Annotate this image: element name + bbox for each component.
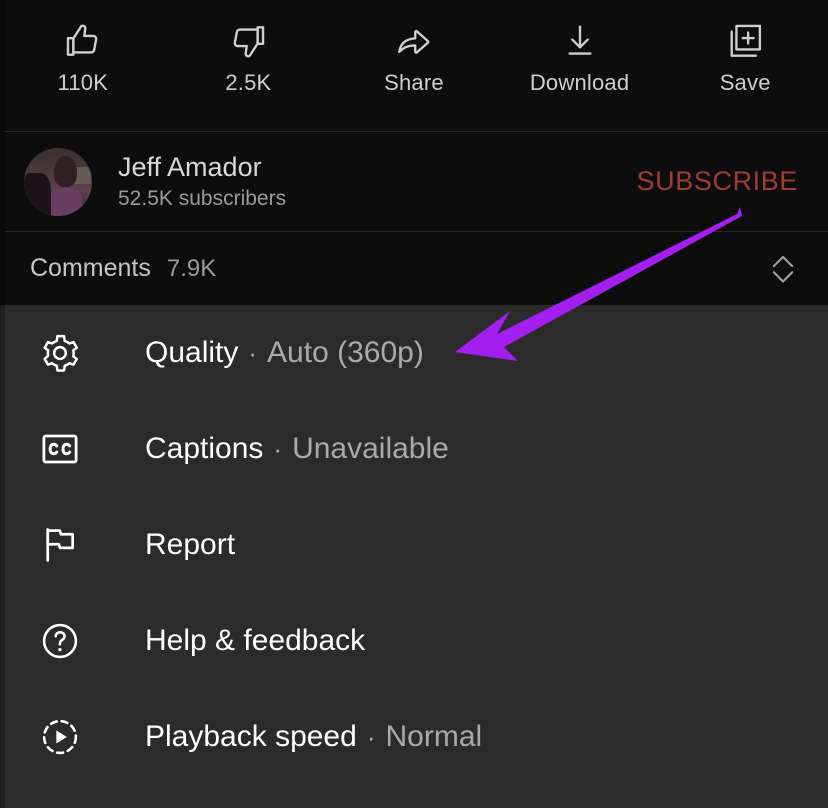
menu-item-help-feedback-text: Help & feedback [145,626,365,656]
menu-item-playback-speed-separator: · [366,722,376,752]
avatar-head [53,155,78,187]
save-icon [724,18,766,64]
thumbs-down-icon [227,18,269,64]
menu-item-captions-label: Captions [145,432,264,465]
share-button[interactable]: Share [339,18,489,94]
share-icon [393,18,435,64]
menu-item-captions-value: Unavailable [292,432,449,465]
share-label: Share [384,70,444,95]
subscribe-button[interactable]: SUBSCRIBE [637,166,798,197]
flag-icon [31,522,89,568]
menu-item-report-text: Report [145,530,235,560]
avatar-foreground-shape [24,173,52,216]
save-button[interactable]: Save [670,18,820,94]
channel-info: Jeff Amador 52.5K subscribers [118,151,637,211]
gear-icon [31,330,89,376]
menu-item-quality[interactable]: Quality · Auto (360p) [5,305,828,401]
left-edge-gutter-sheet [0,305,5,808]
menu-item-playback-speed[interactable]: Playback speed · Normal [5,689,828,785]
expand-chevrons-icon[interactable] [760,246,806,292]
menu-item-report[interactable]: Report [5,497,828,593]
menu-item-help-feedback-label: Help & feedback [145,624,366,657]
dislike-count: 2.5K [225,70,272,95]
save-label: Save [719,70,771,95]
menu-item-captions-separator: · [273,434,283,464]
menu-item-playback-speed-value: Normal [385,720,483,753]
help-circle-icon [31,618,89,664]
download-label: Download [529,70,630,95]
download-button[interactable]: Download [505,18,655,94]
channel-name: Jeff Amador [118,151,262,182]
download-icon [559,18,601,64]
playback-speed-icon [31,714,89,760]
menu-item-quality-separator: · [248,338,258,368]
menu-item-playback-speed-label: Playback speed [145,720,357,753]
menu-item-quality-value: Auto (360p) [267,336,424,369]
menu-item-report-label: Report [145,528,236,561]
menu-item-help-feedback[interactable]: Help & feedback [5,593,828,689]
channel-subscriber-count: 52.5K subscribers [118,187,287,211]
video-options-menu: Quality · Auto (360p) Captions · Unavail… [5,305,828,808]
like-button[interactable]: 110K [8,18,158,94]
avatar[interactable] [24,147,92,216]
channel-row[interactable]: Jeff Amador 52.5K subscribers SUBSCRIBE [0,132,828,231]
video-action-bar: 110K 2.5K Share Download Save [0,0,828,132]
menu-item-playback-speed-text: Playback speed · Normal [145,722,482,752]
menu-item-quality-label: Quality [145,336,239,369]
like-count: 110K [57,70,109,95]
avatar-torso [49,188,83,216]
comments-count: 7.9K [166,254,217,282]
menu-item-captions-text: Captions · Unavailable [145,434,449,464]
comments-label: Comments [30,254,151,282]
menu-item-quality-text: Quality · Auto (360p) [145,338,424,368]
thumbs-up-icon [62,18,104,64]
closed-captions-icon [31,426,89,472]
menu-item-captions[interactable]: Captions · Unavailable [5,401,828,497]
comments-row[interactable]: Comments 7.9K [0,232,828,305]
dislike-button[interactable]: 2.5K [173,18,323,94]
youtube-video-page: 110K 2.5K Share Download Save Jeff Amado… [0,0,828,808]
